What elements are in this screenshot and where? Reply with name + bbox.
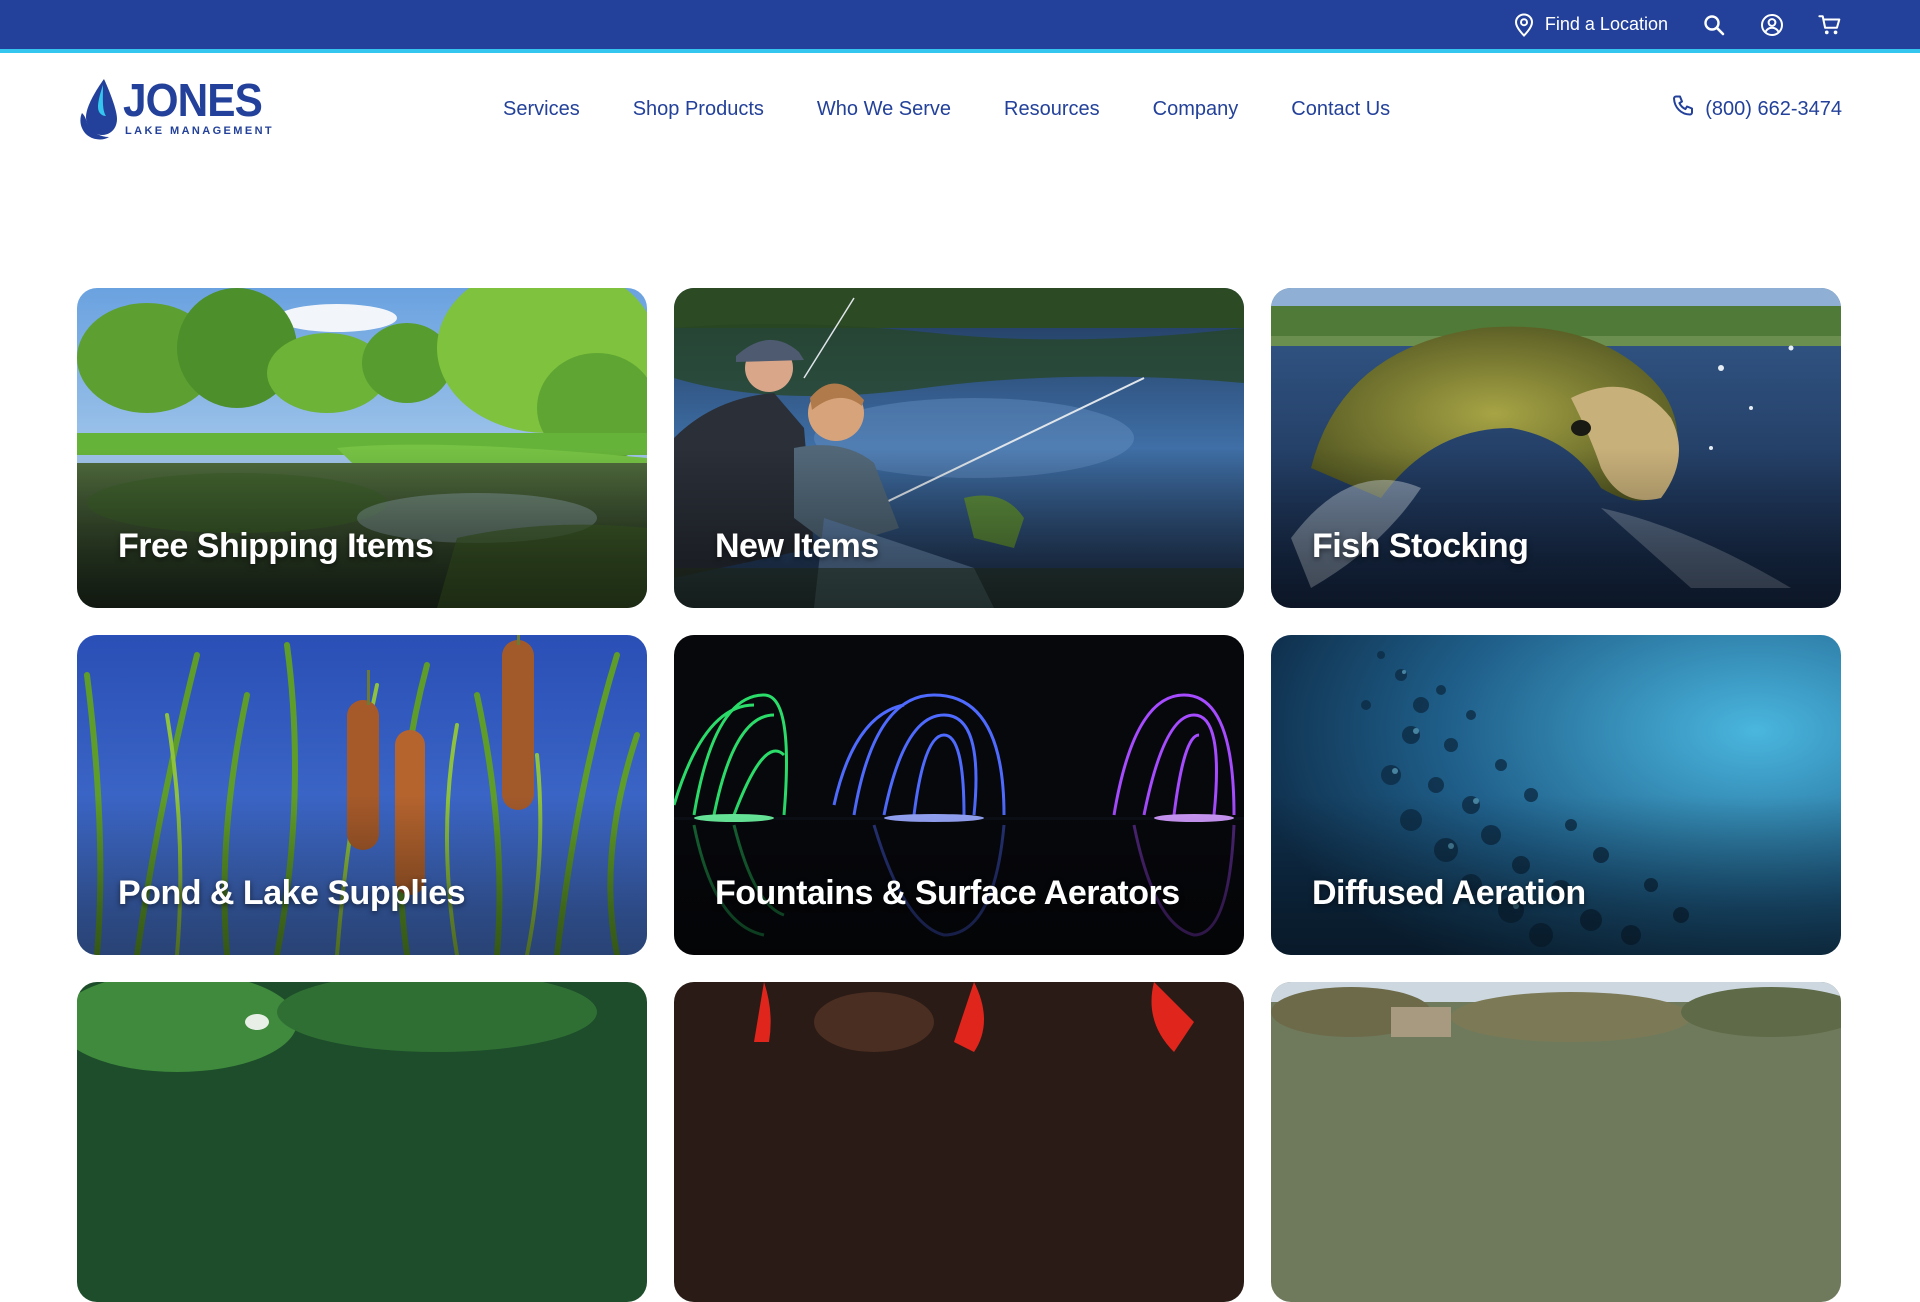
card-image — [77, 982, 647, 1302]
card-image — [1271, 982, 1841, 1302]
category-card-free-shipping[interactable]: Free Shipping Items — [77, 288, 647, 608]
card-label: Diffused Aeration — [1312, 874, 1586, 912]
main-nav: Services Shop Products Who We Serve Reso… — [503, 53, 1390, 165]
search-icon[interactable] — [1702, 13, 1726, 37]
main-header: JONES LAKE MANAGEMENT Services Shop Prod… — [0, 53, 1920, 165]
logo-text: JONES LAKE MANAGEMENT — [123, 77, 274, 137]
category-grid: Free Shipping Items New Items Fish Stock… — [77, 288, 1841, 1302]
category-card-pond-lake-supplies[interactable]: Pond & Lake Supplies — [77, 635, 647, 955]
logo-tagline: LAKE MANAGEMENT — [125, 125, 275, 137]
nav-company[interactable]: Company — [1153, 98, 1239, 121]
nav-services[interactable]: Services — [503, 98, 580, 121]
logo-wordmark: JONES — [123, 74, 263, 126]
card-label: Fountains & Surface Aerators — [715, 874, 1180, 912]
location-pin-icon — [1513, 12, 1535, 37]
category-card-new-items[interactable]: New Items — [674, 288, 1244, 608]
category-card-fish-stocking[interactable]: Fish Stocking — [1271, 288, 1841, 608]
category-card-8[interactable] — [674, 982, 1244, 1302]
phone-link[interactable]: (800) 662-3474 — [1671, 53, 1842, 165]
category-card-7[interactable] — [77, 982, 647, 1302]
find-location-label: Find a Location — [1544, 14, 1668, 34]
card-label: Fish Stocking — [1312, 527, 1529, 565]
find-location-link[interactable]: Find a Location — [1513, 12, 1668, 37]
card-image — [674, 982, 1244, 1302]
category-card-diffused-aeration[interactable]: Diffused Aeration — [1271, 635, 1841, 955]
category-card-9[interactable] — [1271, 982, 1841, 1302]
account-icon[interactable] — [1760, 13, 1784, 37]
card-label: Pond & Lake Supplies — [118, 874, 466, 912]
logo-drop-icon — [80, 79, 117, 140]
utility-links: Find a Location — [1513, 0, 1842, 49]
logo[interactable]: JONES LAKE MANAGEMENT — [77, 77, 277, 141]
utility-bar: Find a Location — [0, 0, 1920, 53]
card-label: New Items — [715, 527, 879, 565]
nav-who-we-serve[interactable]: Who We Serve — [817, 98, 951, 121]
nav-shop-products[interactable]: Shop Products — [633, 98, 764, 121]
nav-contact-us[interactable]: Contact Us — [1291, 98, 1390, 121]
cart-icon[interactable] — [1818, 13, 1842, 37]
card-label: Free Shipping Items — [118, 527, 434, 565]
category-card-fountains[interactable]: Fountains & Surface Aerators — [674, 635, 1244, 955]
nav-resources[interactable]: Resources — [1004, 98, 1100, 121]
phone-icon — [1671, 94, 1695, 124]
phone-number: (800) 662-3474 — [1705, 97, 1842, 120]
